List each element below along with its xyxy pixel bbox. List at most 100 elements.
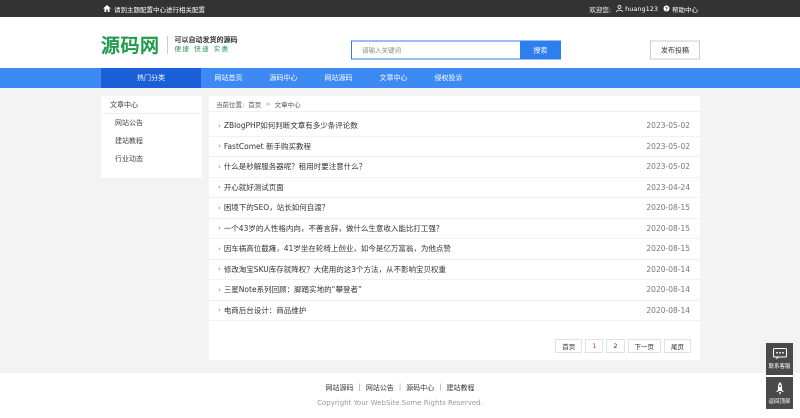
article-list: › ZBlogPHP如何判断文章有多少条评论数 2023-05-02 › FastCo… bbox=[209, 116, 700, 321]
list-item[interactable]: › 一个43岁的人性格内向，不善言辞，做什么生意收入能比打工强？ 2020-08-1… bbox=[209, 219, 700, 239]
site-notice: 请到主题配置中心进行相关配置 bbox=[114, 5, 205, 14]
breadcrumb-separator: > bbox=[265, 99, 271, 108]
article-date: 2020-08-14 bbox=[646, 285, 690, 295]
top-bar: 请到主题配置中心进行相关配置 欢迎您: huang123 ? 帮助中心 bbox=[0, 0, 800, 17]
article-date: 2020-08-14 bbox=[646, 305, 690, 315]
breadcrumb-current: 文章中心 bbox=[274, 100, 301, 109]
chevron-right-icon: › bbox=[218, 121, 221, 130]
copyright: Copyright Your WebSite.Some Rights Reser… bbox=[317, 399, 483, 407]
article-title[interactable]: 困境下的SEO，站长如何自渡？ bbox=[224, 202, 329, 213]
search-bar: 搜索 bbox=[351, 40, 561, 60]
list-item[interactable]: › 修改淘宝SKU库存就降权？大佬用的这3个方法，从不影响宝贝权重 2020-08-… bbox=[209, 260, 700, 280]
sidebar: 文章中心 网站公告 建站教程 行业动态 bbox=[101, 96, 202, 178]
search-button[interactable]: 搜索 bbox=[520, 40, 561, 60]
article-title[interactable]: 什么是秒解服务器呢？租用时要注意什么？ bbox=[224, 161, 367, 172]
list-item[interactable]: › FastComet 新手购买教程 2023-05-02 bbox=[209, 137, 700, 157]
sidebar-item-industry-news[interactable]: 行业动态 bbox=[101, 150, 202, 168]
nav-item-source-center[interactable]: 源码中心 bbox=[256, 68, 311, 88]
pager-page-2[interactable]: 2 bbox=[606, 339, 625, 353]
article-date: 2020-08-15 bbox=[646, 223, 690, 233]
list-item[interactable]: › 什么是秒解服务器呢？租用时要注意什么？ 2023-05-02 bbox=[209, 157, 700, 178]
pager-page-1[interactable]: 1 bbox=[585, 339, 604, 353]
breadcrumb: 当前位置: 首页 > 文章中心 bbox=[209, 96, 700, 112]
post-submission-button[interactable]: 发布投稿 bbox=[650, 40, 700, 60]
article-date: 2023-04-24 bbox=[646, 182, 690, 192]
back-to-top-label: 返回顶部 bbox=[768, 398, 791, 405]
list-item[interactable]: › 电商后台设计：商品维护 2020-08-14 bbox=[209, 301, 700, 321]
chevron-right-icon: › bbox=[218, 183, 221, 192]
site-footer: 网站源码 | 网站公告 | 源码中心 | 建站教程 Copyright Your… bbox=[0, 373, 800, 418]
article-title[interactable]: 三星Note系列回顾：脚踏实地的“攀登者” bbox=[224, 284, 362, 295]
pager-last[interactable]: 尾页 bbox=[664, 339, 691, 353]
sidebar-title: 文章中心 bbox=[101, 96, 202, 114]
list-item[interactable]: › ZBlogPHP如何判断文章有多少条评论数 2023-05-02 bbox=[209, 116, 700, 137]
article-title[interactable]: 一个43岁的人性格内向，不善言辞，做什么生意收入能比打工强？ bbox=[224, 223, 444, 234]
site-header: 源码网 可以自动发货的源码 便捷 快速 实惠 搜索 发布投稿 bbox=[0, 17, 800, 68]
article-title[interactable]: ZBlogPHP如何判断文章有多少条评论数 bbox=[224, 120, 358, 131]
article-title[interactable]: 开心就好测试页面 bbox=[224, 182, 284, 193]
list-item[interactable]: › 开心就好测试页面 2023-04-24 bbox=[209, 178, 700, 198]
list-item[interactable]: › 困境下的SEO，站长如何自渡？ 2020-08-15 bbox=[209, 198, 700, 219]
tagline-main: 可以自动发货的源码 bbox=[174, 35, 238, 44]
welcome-label: 欢迎您: bbox=[589, 5, 612, 14]
sidebar-item-tutorial[interactable]: 建站教程 bbox=[101, 132, 202, 150]
sidebar-item-announcement[interactable]: 网站公告 bbox=[101, 114, 202, 132]
logo-divider bbox=[166, 35, 168, 54]
logo-title: 源码网 bbox=[101, 35, 160, 57]
back-to-top-button[interactable]: 返回顶部 bbox=[766, 377, 793, 409]
user-link[interactable]: huang123 bbox=[616, 5, 658, 13]
site-logo[interactable]: 源码网 可以自动发货的源码 便捷 快速 实惠 bbox=[101, 31, 238, 58]
tagline-sub: 便捷 快速 实惠 bbox=[174, 44, 230, 53]
footer-link-announcement[interactable]: 网站公告 bbox=[366, 383, 394, 393]
help-label: 帮助中心 bbox=[672, 5, 698, 14]
contact-support-button[interactable]: 联系客服 bbox=[766, 343, 793, 375]
hot-category-button[interactable]: 热门分类 bbox=[101, 68, 201, 88]
nav-item-home[interactable]: 网站首页 bbox=[201, 68, 256, 88]
nav-item-articles[interactable]: 文章中心 bbox=[366, 68, 421, 88]
pager-next[interactable]: 下一页 bbox=[627, 339, 661, 353]
footer-divider: | bbox=[398, 383, 402, 391]
article-title[interactable]: 电商后台设计：商品维护 bbox=[224, 305, 307, 316]
article-date: 2023-05-02 bbox=[646, 162, 690, 172]
list-item[interactable]: › 三星Note系列回顾：脚踏实地的“攀登者” 2020-08-14 bbox=[209, 280, 700, 301]
chevron-right-icon: › bbox=[218, 224, 221, 233]
chevron-right-icon: › bbox=[218, 203, 221, 212]
home-icon bbox=[103, 5, 111, 12]
chevron-right-icon: › bbox=[218, 265, 221, 274]
nav-item-complaint[interactable]: 侵权投诉 bbox=[421, 68, 476, 88]
pagination: 首页 1 2 下一页 尾页 bbox=[555, 339, 691, 353]
search-input[interactable] bbox=[351, 40, 520, 60]
pager-first[interactable]: 首页 bbox=[555, 339, 583, 353]
article-title[interactable]: FastComet 新手购买教程 bbox=[224, 141, 311, 152]
chevron-right-icon: › bbox=[218, 285, 221, 294]
list-item[interactable]: › 因车祸高位截瘫，41岁坐在轮椅上创业，如今是亿万富翁，为他点赞 2020-08-… bbox=[209, 239, 700, 260]
article-date: 2020-08-15 bbox=[646, 203, 690, 213]
help-center-link[interactable]: ? 帮助中心 bbox=[663, 4, 698, 14]
article-title[interactable]: 因车祸高位截瘫，41岁坐在轮椅上创业，如今是亿万富翁，为他点赞 bbox=[224, 243, 451, 254]
article-date: 2023-05-02 bbox=[646, 121, 690, 131]
footer-link-source[interactable]: 网站源码 bbox=[325, 383, 353, 393]
chevron-right-icon: › bbox=[218, 306, 221, 315]
user-icon bbox=[616, 5, 623, 12]
article-date: 2020-08-15 bbox=[646, 244, 690, 254]
chat-icon bbox=[772, 348, 787, 360]
breadcrumb-home[interactable]: 首页 bbox=[248, 99, 261, 109]
article-title[interactable]: 修改淘宝SKU库存就降权？大佬用的这3个方法，从不影响宝贝权重 bbox=[224, 264, 446, 275]
rocket-icon bbox=[775, 381, 785, 395]
chevron-right-icon: › bbox=[218, 162, 221, 171]
main-nav: 热门分类 网站首页 源码中心 网站源码 文章中心 侵权投诉 bbox=[0, 68, 800, 88]
footer-links: 网站源码 | 网站公告 | 源码中心 | 建站教程 bbox=[0, 383, 800, 393]
footer-link-source-center[interactable]: 源码中心 bbox=[406, 383, 434, 393]
article-date: 2023-05-02 bbox=[646, 141, 690, 151]
article-list-panel: 当前位置: 首页 > 文章中心 › ZBlogPHP如何判断文章有多少条评论数 20… bbox=[209, 96, 700, 360]
help-icon: ? bbox=[663, 5, 670, 12]
nav-links: 网站首页 源码中心 网站源码 文章中心 侵权投诉 bbox=[201, 68, 476, 88]
footer-link-tutorial[interactable]: 建站教程 bbox=[447, 383, 475, 393]
article-date: 2020-08-14 bbox=[646, 264, 690, 274]
breadcrumb-label: 当前位置: bbox=[216, 100, 245, 109]
nav-item-website-source[interactable]: 网站源码 bbox=[311, 68, 366, 88]
svg-text:?: ? bbox=[665, 6, 668, 12]
username: huang123 bbox=[625, 4, 658, 13]
chevron-right-icon: › bbox=[218, 142, 221, 151]
footer-divider: | bbox=[358, 383, 361, 391]
